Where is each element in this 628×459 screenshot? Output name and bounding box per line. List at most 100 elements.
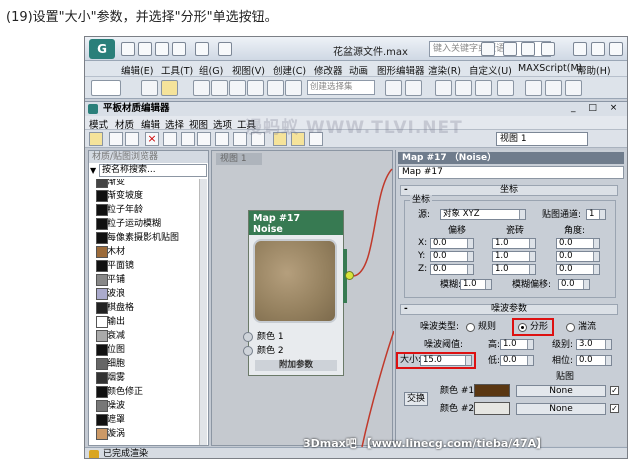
node-extra-params[interactable]: 附加参数 (255, 360, 337, 371)
menu-create[interactable]: 创建(C) (273, 63, 306, 77)
list-item[interactable]: 衰减 (96, 329, 199, 343)
selection-filter-dropdown[interactable] (91, 80, 121, 96)
help-icon[interactable] (541, 42, 555, 56)
material-editor-icon[interactable] (497, 80, 514, 96)
node-header[interactable]: Map #17 Noise (249, 211, 343, 235)
rendered-frame-icon[interactable] (545, 80, 562, 96)
close-icon[interactable] (609, 42, 623, 56)
noise-type-fractal-radio[interactable] (518, 323, 527, 332)
blur-offset-spinner[interactable]: 0.0 (558, 279, 590, 290)
tiling-spinner[interactable]: 1.0 (492, 251, 536, 262)
slate-menu-select[interactable]: 选择 (165, 117, 184, 131)
slate-window-controls[interactable]: _ □ × (571, 103, 627, 115)
levels-spinner[interactable]: 3.0 (576, 339, 612, 350)
color1-map-button[interactable]: None (516, 385, 606, 397)
list-item[interactable]: 输出 (96, 315, 199, 329)
menu-modifiers[interactable]: 修改器 (314, 63, 343, 77)
input-socket-icon[interactable] (243, 346, 253, 356)
noise-type-fractal-label[interactable]: 分形 (530, 322, 548, 333)
source-dropdown[interactable]: 对象 XYZ (440, 209, 526, 220)
render-setup-icon[interactable] (525, 80, 542, 96)
noise-type-turbulence-radio[interactable] (566, 323, 575, 332)
list-item[interactable]: 颜色修正 (96, 385, 199, 399)
map-channel-spinner[interactable]: 1 (586, 209, 606, 220)
menu-graph-editors[interactable]: 图形编辑器 (377, 63, 425, 77)
browser-options-icon[interactable]: ▼ (90, 166, 96, 175)
menu-help[interactable]: 帮助(H) (577, 63, 611, 77)
list-item[interactable]: 粒子年龄 (96, 203, 199, 217)
noise-type-regular-radio[interactable] (466, 323, 475, 332)
angle-spinner[interactable]: 0.0 (556, 264, 600, 275)
favorites-icon[interactable] (521, 42, 535, 56)
noise-type-turbulence-label[interactable]: 湍流 (578, 322, 596, 333)
layer-manager-icon[interactable] (435, 80, 452, 96)
new-file-icon[interactable] (121, 42, 135, 56)
render-production-icon[interactable] (565, 80, 582, 96)
save-file-icon[interactable] (155, 42, 169, 56)
angle-spinner[interactable]: 0.0 (556, 238, 600, 249)
binoculars-icon[interactable] (481, 42, 495, 56)
list-item[interactable]: 每像素摄影机贴图 (96, 231, 199, 245)
project-folder-icon[interactable] (218, 42, 232, 56)
named-selection-set-dropdown[interactable]: 创建选择集 (307, 80, 375, 95)
color1-swatch[interactable] (474, 384, 510, 397)
node-view[interactable]: 视图 1 Map #17 Noise 颜色 1 颜色 2 附加参数 (211, 150, 394, 447)
menu-maxscript[interactable]: MAXScript(M) (518, 63, 582, 74)
menu-edit[interactable]: 编辑(E) (121, 63, 153, 77)
delete-icon[interactable]: × (145, 132, 159, 146)
menu-tools[interactable]: 工具(T) (161, 63, 193, 77)
hide-unused-slots-icon[interactable] (181, 132, 195, 146)
select-move-icon[interactable] (193, 80, 210, 96)
list-item[interactable]: 棋盘格 (96, 301, 199, 315)
list-item[interactable]: 遮罩 (96, 413, 199, 427)
slate-menu-modes[interactable]: 模式 (89, 117, 108, 131)
angle-spinner[interactable]: 0.0 (556, 251, 600, 262)
list-item[interactable]: 漩涡 (96, 427, 199, 441)
select-scale-icon[interactable] (229, 80, 246, 96)
list-item[interactable]: 烟雾 (96, 371, 199, 385)
list-item[interactable]: 位图 (96, 343, 199, 357)
slate-menu-options[interactable]: 选项 (213, 117, 232, 131)
show-background-icon[interactable] (215, 132, 229, 146)
select-rotate-icon[interactable] (211, 80, 228, 96)
put-to-scene-icon[interactable] (125, 132, 139, 146)
offset-spinner[interactable]: 0.0 (430, 264, 474, 275)
redo-icon[interactable] (195, 42, 209, 56)
curve-editor-icon[interactable] (455, 80, 472, 96)
select-tool-icon[interactable] (89, 132, 103, 146)
slate-menu-edit[interactable]: 编辑 (141, 117, 160, 131)
mirror-icon[interactable] (385, 80, 402, 96)
app-logo-icon[interactable]: G (89, 39, 115, 59)
swap-button[interactable]: 交换 (404, 392, 428, 406)
browser-scrollbar[interactable] (199, 179, 207, 445)
map-name-field[interactable]: Map #17 (398, 166, 624, 179)
phase-spinner[interactable]: 0.0 (576, 355, 612, 366)
communication-icon[interactable] (503, 42, 517, 56)
noise-map-node[interactable]: Map #17 Noise 颜色 1 颜色 2 附加参数 (243, 210, 344, 376)
menu-views[interactable]: 视图(V) (232, 63, 265, 77)
node-slot-color2[interactable]: 颜色 2 (243, 345, 341, 357)
list-item[interactable]: 平铺 (96, 273, 199, 287)
move-children-icon[interactable] (163, 132, 177, 146)
minimize-icon[interactable] (573, 42, 587, 56)
eyedropper-icon[interactable] (109, 132, 123, 146)
slate-menu-view[interactable]: 视图 (189, 117, 208, 131)
tiling-spinner[interactable]: 1.0 (492, 264, 536, 275)
select-link-icon[interactable] (141, 80, 158, 96)
high-spinner[interactable]: 1.0 (500, 339, 534, 350)
output-socket-icon[interactable] (345, 271, 354, 280)
list-item[interactable]: 粒子运动模糊 (96, 217, 199, 231)
show-map-icon[interactable] (197, 132, 211, 146)
menu-animation[interactable]: 动画 (349, 63, 368, 77)
list-item[interactable]: 波浪 (96, 287, 199, 301)
select-object-icon[interactable] (161, 80, 178, 96)
list-item[interactable]: 渐变 (96, 179, 199, 189)
low-spinner[interactable]: 0.0 (500, 355, 534, 366)
blur-spinner[interactable]: 1.0 (460, 279, 492, 290)
open-file-icon[interactable] (138, 42, 152, 56)
undo-icon[interactable] (172, 42, 186, 56)
offset-spinner[interactable]: 0.0 (430, 238, 474, 249)
browser-search-input[interactable]: 按名称搜索... (99, 164, 207, 177)
percent-snap-icon[interactable] (285, 80, 302, 96)
list-item[interactable]: 渐变坡度 (96, 189, 199, 203)
